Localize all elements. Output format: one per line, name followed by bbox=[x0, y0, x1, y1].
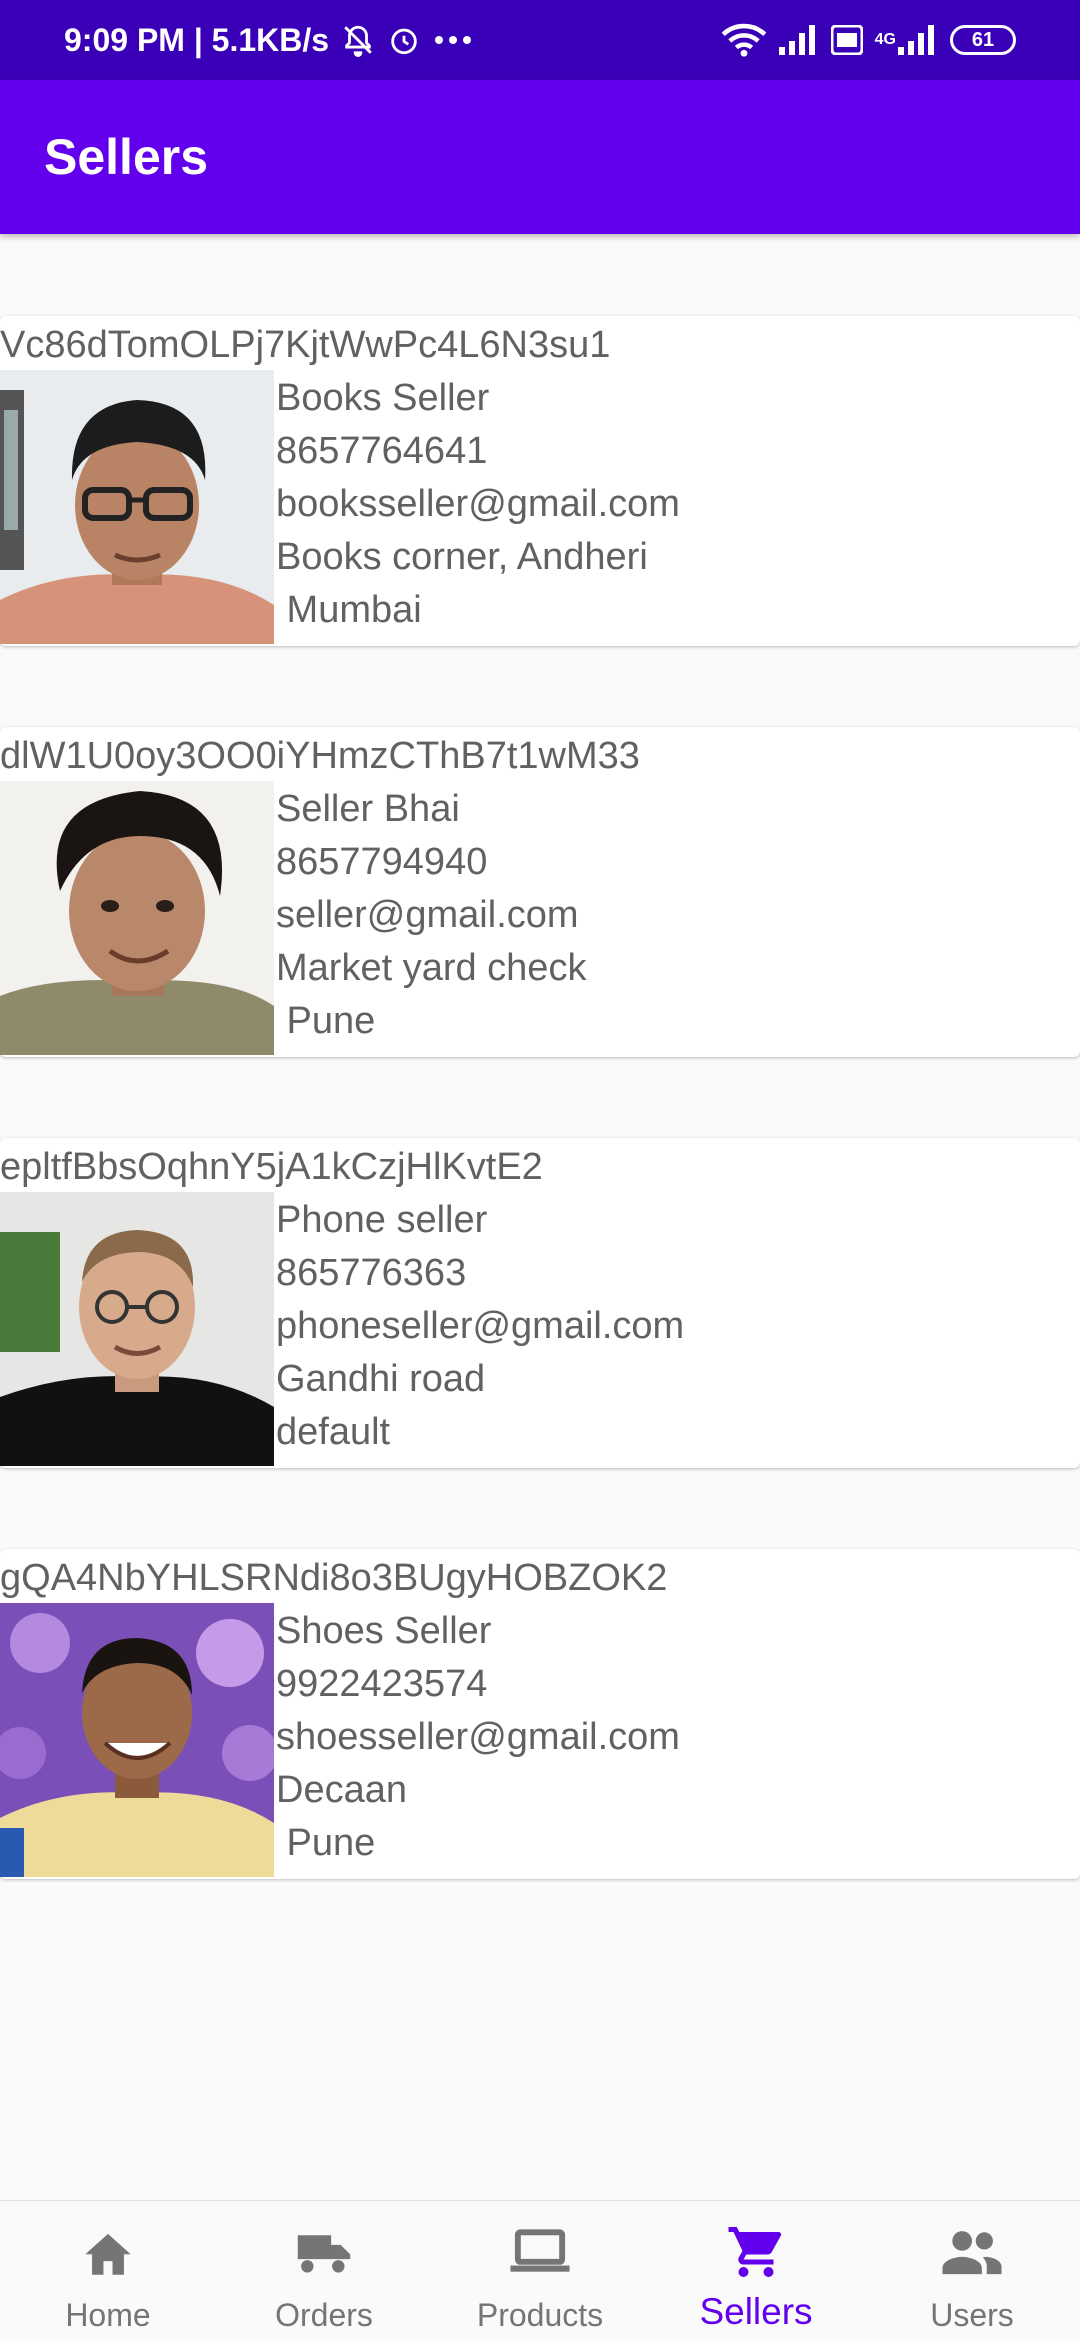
seller-photo bbox=[0, 1192, 274, 1466]
seller-phone: 8657794940 bbox=[276, 841, 488, 883]
seller-email: booksseller@gmail.com bbox=[276, 483, 680, 525]
seller-name: Seller Bhai bbox=[276, 788, 460, 830]
status-right: 4G 61 bbox=[721, 23, 1016, 57]
seller-card[interactable]: dlW1U0oy3OO0iYHmzCThB7t1wM33 Seller Bhai… bbox=[0, 727, 1080, 1057]
seller-info: Phone seller 865776363 phoneseller@gmail… bbox=[276, 1194, 684, 1459]
volte-icon bbox=[830, 25, 863, 55]
seller-phone: 9922423574 bbox=[276, 1663, 488, 1705]
battery-icon: 61 bbox=[950, 25, 1016, 55]
seller-info: Seller Bhai 8657794940 seller@gmail.com … bbox=[276, 783, 586, 1048]
seller-photo bbox=[0, 1603, 274, 1877]
nav-label: Home bbox=[65, 2297, 151, 2333]
status-bar: 9:09 PM | 5.1KB/s 4G 61 bbox=[0, 0, 1080, 80]
seller-email: phoneseller@gmail.com bbox=[276, 1305, 685, 1347]
mobile-signal-icon: 4G bbox=[875, 25, 938, 55]
seller-address: Books corner, Andheri bbox=[276, 536, 648, 578]
bottom-navigation: Home Orders Products Sellers Users bbox=[0, 2200, 1080, 2341]
home-icon bbox=[80, 2219, 136, 2285]
truck-icon bbox=[293, 2219, 355, 2285]
seller-photo bbox=[0, 370, 274, 644]
nav-item-sellers[interactable]: Sellers bbox=[648, 2201, 864, 2341]
nav-item-products[interactable]: Products bbox=[432, 2201, 648, 2341]
status-left: 9:09 PM | 5.1KB/s bbox=[64, 22, 473, 59]
seller-id: epltfBbsOqhnY5jA1kCzjHlKvtE2 bbox=[0, 1146, 543, 1188]
seller-info: Shoes Seller 9922423574 shoesseller@gmai… bbox=[276, 1605, 680, 1870]
seller-id: Vc86dTomOLPj7KjtWwPc4L6N3su1 bbox=[0, 324, 611, 366]
cart-icon bbox=[726, 2219, 786, 2285]
seller-phone: 865776363 bbox=[276, 1252, 467, 1294]
seller-phone: 8657764641 bbox=[276, 430, 488, 472]
nav-item-home[interactable]: Home bbox=[0, 2201, 216, 2341]
seller-city: default bbox=[276, 1411, 391, 1453]
more-dots-icon bbox=[433, 34, 473, 46]
seller-card[interactable]: gQA4NbYHLSRNdi8o3BUgyHOBZOK2 Shoes Selle… bbox=[0, 1549, 1080, 1879]
seller-card[interactable]: Vc86dTomOLPj7KjtWwPc4L6N3su1 Books Selle… bbox=[0, 316, 1080, 646]
users-icon bbox=[940, 2219, 1004, 2285]
seller-photo bbox=[0, 781, 274, 1055]
seller-city: Mumbai bbox=[276, 589, 422, 631]
seller-address: Decaan bbox=[276, 1769, 407, 1811]
alarm-icon bbox=[387, 23, 421, 57]
nav-label: Sellers bbox=[699, 2291, 813, 2332]
nav-item-users[interactable]: Users bbox=[864, 2201, 1080, 2341]
network-type-label: 4G bbox=[874, 31, 896, 48]
status-time: 9:09 PM | 5.1KB/s bbox=[64, 21, 330, 58]
nav-label: Orders bbox=[275, 2297, 373, 2333]
battery-level: 61 bbox=[971, 28, 995, 51]
seller-name: Books Seller bbox=[276, 377, 490, 419]
seller-email: seller@gmail.com bbox=[276, 894, 579, 936]
wifi-icon bbox=[721, 23, 767, 57]
nav-label: Users bbox=[930, 2297, 1014, 2333]
seller-email: shoesseller@gmail.com bbox=[276, 1716, 680, 1758]
nav-item-orders[interactable]: Orders bbox=[216, 2201, 432, 2341]
signal-icon bbox=[778, 25, 819, 55]
laptop-icon bbox=[508, 2219, 572, 2285]
app-bar: Sellers bbox=[0, 80, 1080, 234]
seller-city: Pune bbox=[276, 1822, 376, 1864]
seller-name: Phone seller bbox=[276, 1199, 488, 1241]
seller-address: Market yard check bbox=[276, 947, 587, 989]
nav-label: Products bbox=[476, 2297, 604, 2333]
seller-city: Pune bbox=[276, 1000, 376, 1042]
seller-name: Shoes Seller bbox=[276, 1610, 492, 1652]
bell-off-icon bbox=[341, 23, 375, 57]
seller-address: Gandhi road bbox=[276, 1358, 486, 1400]
seller-id: dlW1U0oy3OO0iYHmzCThB7t1wM33 bbox=[0, 735, 640, 777]
page-title: Sellers bbox=[44, 129, 209, 185]
seller-id: gQA4NbYHLSRNdi8o3BUgyHOBZOK2 bbox=[0, 1557, 668, 1599]
seller-card[interactable]: epltfBbsOqhnY5jA1kCzjHlKvtE2 Phone selle… bbox=[0, 1138, 1080, 1468]
seller-info: Books Seller 8657764641 booksseller@gmai… bbox=[276, 372, 680, 637]
